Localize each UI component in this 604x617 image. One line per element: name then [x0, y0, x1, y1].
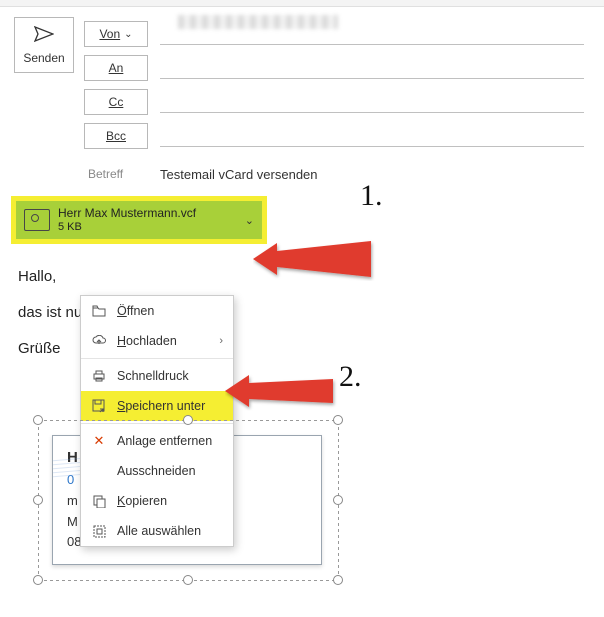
resize-handle[interactable]	[333, 415, 343, 425]
cc-field[interactable]	[160, 91, 584, 113]
to-field[interactable]	[160, 57, 584, 79]
subject-value[interactable]: Testemail vCard versenden	[160, 167, 318, 182]
subject-label: Betreff	[84, 161, 148, 187]
menu-open[interactable]: Öffnen	[81, 296, 233, 326]
cloud-upload-icon	[91, 333, 107, 349]
cc-button[interactable]: Cc	[84, 89, 148, 115]
annotation-label-2: 2.	[339, 360, 362, 394]
annotation-arrow-1	[253, 237, 383, 300]
menu-copy[interactable]: Kopieren	[81, 486, 233, 516]
menu-cut[interactable]: Ausschneiden	[81, 456, 233, 486]
save-as-icon	[91, 398, 107, 414]
resize-handle[interactable]	[183, 415, 193, 425]
vcard-icon	[24, 209, 50, 231]
bcc-button[interactable]: Bcc	[84, 123, 148, 149]
menu-select-all[interactable]: Alle auswählen	[81, 516, 233, 546]
resize-handle[interactable]	[333, 495, 343, 505]
compose-header: Senden Von⌄ An Cc Bcc Betreff Testemail …	[0, 7, 604, 191]
menu-upload[interactable]: Hochladen ›	[81, 326, 233, 356]
from-button[interactable]: Von⌄	[84, 21, 148, 47]
folder-open-icon	[91, 303, 107, 319]
chevron-down-icon: ⌄	[124, 29, 132, 40]
annotation-arrow-2	[225, 369, 340, 416]
resize-handle[interactable]	[183, 575, 193, 585]
attachment-filename: Herr Max Mustermann.vcf	[58, 206, 196, 220]
menu-remove-attachment[interactable]: ✕ Anlage entfernen	[81, 426, 233, 456]
attachment-context-menu: Öffnen Hochladen › Schnelldruck Speicher…	[80, 295, 234, 547]
attachment-size: 5 KB	[58, 221, 196, 234]
select-all-icon	[91, 523, 107, 539]
annotation-label-1: 1.	[360, 179, 383, 213]
print-icon	[91, 368, 107, 384]
chevron-right-icon: ›	[219, 335, 223, 347]
resize-handle[interactable]	[333, 575, 343, 585]
from-value-obscured	[178, 15, 338, 29]
send-button[interactable]: Senden	[14, 17, 74, 73]
resize-handle[interactable]	[33, 495, 43, 505]
attachment-chip[interactable]: Herr Max Mustermann.vcf 5 KB ⌄	[14, 199, 264, 241]
attachment-dropdown-icon[interactable]: ⌄	[245, 214, 254, 227]
remove-icon: ✕	[91, 433, 107, 449]
menu-save-as[interactable]: Speichern unter	[81, 391, 233, 421]
send-label: Senden	[23, 51, 64, 65]
menu-quickprint[interactable]: Schnelldruck	[81, 361, 233, 391]
to-button[interactable]: An	[84, 55, 148, 81]
resize-handle[interactable]	[33, 415, 43, 425]
resize-handle[interactable]	[33, 575, 43, 585]
blank-icon	[91, 463, 107, 479]
bcc-field[interactable]	[160, 125, 584, 147]
copy-icon	[91, 493, 107, 509]
send-icon	[34, 26, 54, 47]
